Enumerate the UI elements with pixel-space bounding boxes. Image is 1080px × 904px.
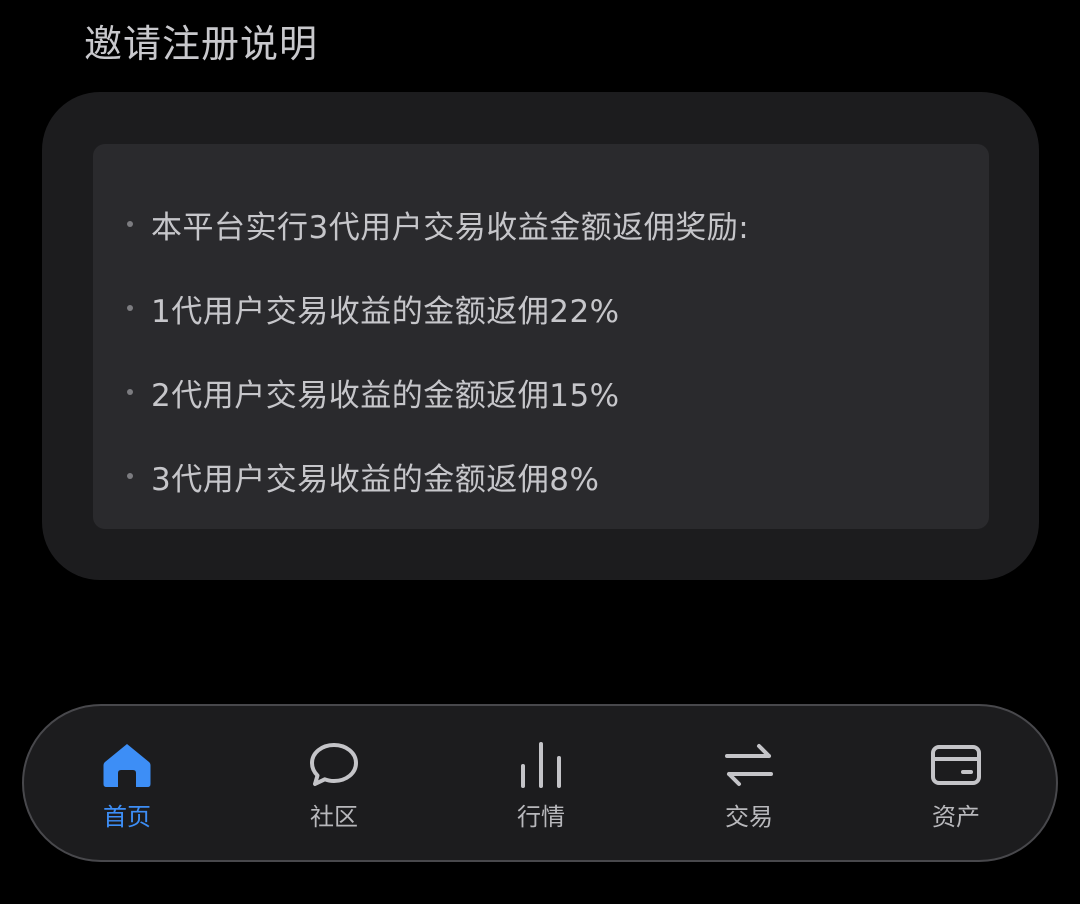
bullet-dot (127, 389, 133, 395)
rule-item: 2代用户交易收益的金额返佣15% (93, 350, 989, 434)
tab-trade[interactable]: 交易 (689, 738, 809, 838)
bar-chart-icon (514, 738, 568, 792)
home-icon (100, 738, 154, 792)
rule-text: 3代用户交易收益的金额返佣8% (151, 461, 600, 498)
rule-text: 1代用户交易收益的金额返佣22% (151, 293, 620, 330)
page: 邀请注册说明 本平台实行3代用户交易收益金额返佣奖励: 1代用户交易收益的金额返… (0, 0, 1080, 904)
invite-rules-card: 本平台实行3代用户交易收益金额返佣奖励: 1代用户交易收益的金额返佣22% 2代… (42, 92, 1039, 580)
tab-home[interactable]: 首页 (67, 738, 187, 838)
tab-label: 交易 (725, 803, 773, 831)
bullet-dot (127, 305, 133, 311)
rule-item: 本平台实行3代用户交易收益金额返佣奖励: (93, 182, 989, 266)
bottom-tab-bar: 首页 社区 行情 交易 资产 (22, 704, 1058, 862)
bullet-dot (127, 473, 133, 479)
tab-label: 首页 (103, 803, 151, 831)
swap-arrows-icon (722, 738, 776, 792)
rules-panel: 本平台实行3代用户交易收益金额返佣奖励: 1代用户交易收益的金额返佣22% 2代… (93, 144, 989, 529)
rule-text: 本平台实行3代用户交易收益金额返佣奖励: (151, 209, 750, 246)
rule-item: 3代用户交易收益的金额返佣8% (93, 434, 989, 518)
tab-assets[interactable]: 资产 (896, 738, 1016, 838)
tab-label: 社区 (310, 803, 358, 831)
tab-label: 资产 (932, 803, 980, 831)
tab-community[interactable]: 社区 (274, 738, 394, 838)
section-title: 邀请注册说明 (84, 22, 319, 66)
bullet-dot (127, 221, 133, 227)
chat-bubble-icon (307, 738, 361, 792)
wallet-icon (929, 738, 983, 792)
rule-item: 1代用户交易收益的金额返佣22% (93, 266, 989, 350)
tab-label: 行情 (517, 803, 565, 831)
rule-text: 2代用户交易收益的金额返佣15% (151, 377, 620, 414)
tab-market[interactable]: 行情 (481, 738, 601, 838)
